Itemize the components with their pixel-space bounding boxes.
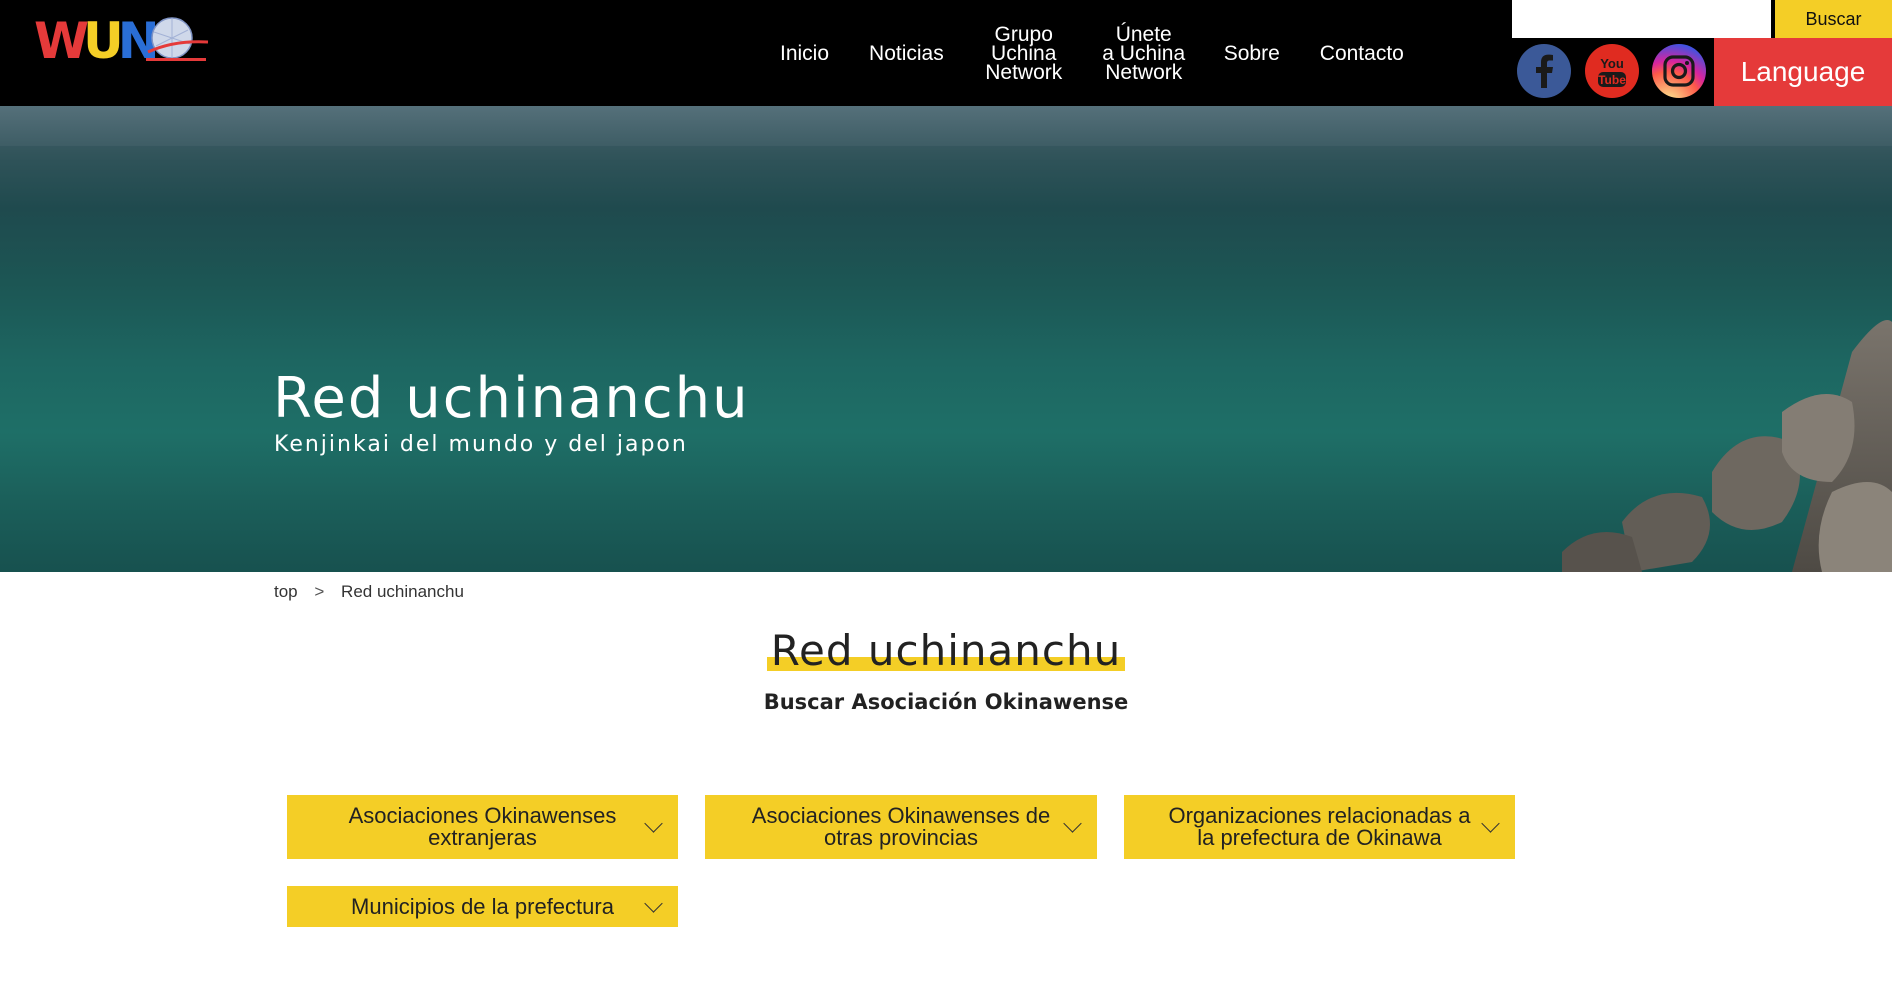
category-label: Asociaciones Okinawenses de otras provin… (751, 803, 1051, 850)
page-title: Red uchinanchu (0, 626, 1892, 676)
category-asociaciones-otras-provincias[interactable]: Asociaciones Okinawenses de otras provin… (705, 795, 1097, 859)
facebook-icon[interactable] (1517, 44, 1571, 98)
search-button[interactable]: Buscar (1775, 0, 1892, 38)
site-header: W U N Inicio Noticias Grupo Uchina Netwo… (0, 0, 1892, 106)
instagram-icon[interactable] (1652, 44, 1706, 98)
svg-text:Tube: Tube (1598, 73, 1626, 87)
hero-subtitle: Kenjinkai del mundo y del japon (274, 432, 688, 457)
chevron-down-icon (644, 814, 663, 833)
category-label: Asociaciones Okinawenses extranjeras (348, 803, 617, 850)
chevron-down-icon (1063, 814, 1082, 833)
page-subtitle: Buscar Asociación Okinawense (763, 690, 1129, 714)
breadcrumb-current: Red uchinanchu (341, 582, 464, 601)
category-asociaciones-extranjeras[interactable]: Asociaciones Okinawenses extranjeras (287, 795, 678, 859)
chevron-down-icon (1481, 814, 1500, 833)
nav-sobre[interactable]: Sobre (1204, 43, 1300, 64)
hero-rocks-image (1562, 320, 1892, 572)
chevron-down-icon (644, 893, 663, 913)
hero-banner: Red uchinanchu Kenjinkai del mundo y del… (0, 106, 1892, 572)
logo-letter-u: U (83, 12, 124, 70)
globe-festival-logo[interactable] (134, 12, 214, 72)
nav-inicio[interactable]: Inicio (760, 43, 849, 64)
breadcrumb-separator: > (314, 582, 325, 601)
hero-sky (0, 106, 1892, 146)
nav-contacto[interactable]: Contacto (1300, 43, 1424, 64)
youtube-icon[interactable]: You Tube (1585, 44, 1639, 98)
nav-noticias[interactable]: Noticias (849, 43, 964, 64)
breadcrumb-top-link[interactable]: top (274, 582, 298, 601)
svg-text:You: You (1600, 56, 1624, 71)
main-nav: Inicio Noticias Grupo Uchina Network Úne… (760, 20, 1424, 86)
nav-grupo-uchina-network[interactable]: Grupo Uchina Network (964, 24, 1084, 83)
category-label: Municipios de la prefectura (351, 893, 614, 919)
breadcrumb: top > Red uchinanchu (274, 582, 464, 602)
logo-letter-w: W (34, 12, 89, 70)
category-organizaciones-prefectura[interactable]: Organizaciones relacionadas a la prefect… (1124, 795, 1515, 859)
search-input[interactable] (1512, 0, 1771, 38)
language-button[interactable]: Language (1714, 38, 1892, 106)
hero-title: Red uchinanchu (273, 366, 750, 431)
category-label: Organizaciones relacionadas a la prefect… (1168, 803, 1471, 850)
nav-unete-uchina-network[interactable]: Únete a Uchina Network (1084, 24, 1204, 83)
page-title-text: Red uchinanchu (766, 626, 1126, 676)
category-municipios-prefectura[interactable]: Municipios de la prefectura (287, 886, 678, 927)
